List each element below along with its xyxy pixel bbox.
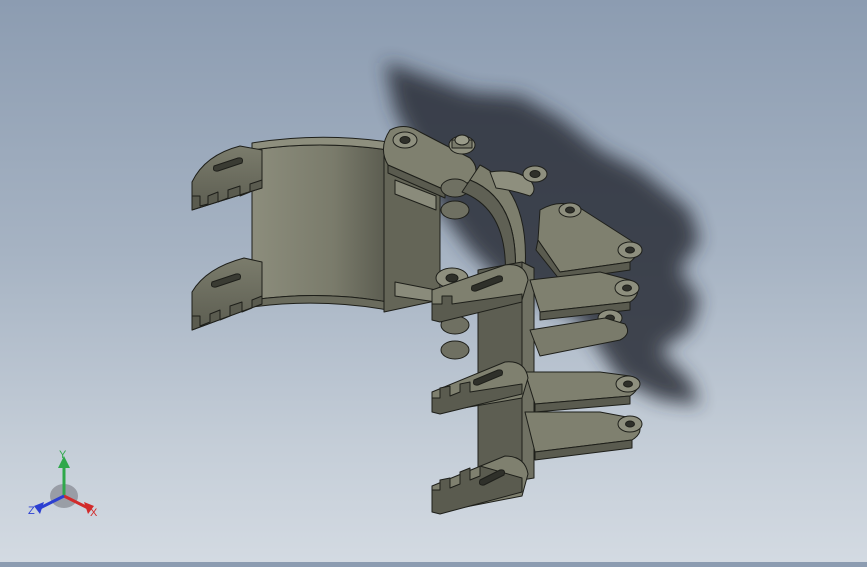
x-axis-label: X [90, 507, 98, 519]
coordinate-triad: Y X Z [22, 448, 106, 524]
z-axis-label: Z [28, 505, 35, 517]
shell-inner-surface [251, 144, 389, 303]
y-axis-label: Y [59, 449, 67, 461]
model-canvas[interactable] [0, 0, 867, 562]
tine-4 [524, 411, 643, 461]
3d-viewport[interactable] [0, 0, 867, 562]
left-lower-claw [191, 257, 263, 331]
tine-3 [524, 371, 641, 413]
